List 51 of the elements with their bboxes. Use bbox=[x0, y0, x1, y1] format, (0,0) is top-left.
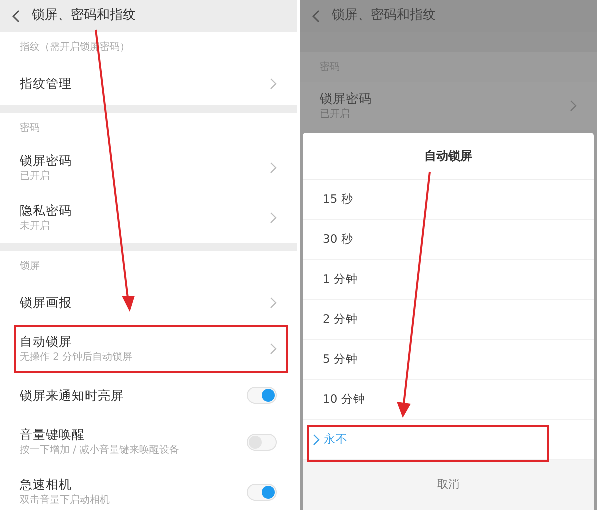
dialog-title: 自动锁屏 bbox=[424, 148, 472, 165]
option-label: 5 分钟 bbox=[323, 350, 358, 368]
chevron-right-icon bbox=[270, 212, 277, 224]
row-subtitle: 按一下增加 / 减小音量键来唤醒设备 bbox=[20, 444, 180, 457]
section-label: 锁屏 bbox=[20, 260, 40, 274]
toggle-switch[interactable] bbox=[247, 484, 277, 500]
settings-row[interactable]: 锁屏画报 bbox=[0, 281, 297, 324]
row-title: 急速相机 bbox=[20, 477, 73, 493]
option-item[interactable]: 5 分钟 bbox=[303, 340, 594, 380]
screen-title: 锁屏、密码和指纹 bbox=[332, 7, 436, 26]
section-label: 密码 bbox=[20, 122, 40, 136]
row-subtitle: 无操作 2 分钟后自动锁屏 bbox=[20, 351, 133, 364]
settings-row[interactable]: 锁屏来通知时亮屏 bbox=[0, 374, 297, 417]
row-title: 指纹管理 bbox=[20, 76, 72, 92]
toggle-switch[interactable] bbox=[247, 434, 277, 450]
option-item[interactable]: 1 分钟 bbox=[303, 260, 594, 300]
back-icon[interactable] bbox=[12, 10, 20, 22]
chevron-right-icon bbox=[570, 100, 577, 112]
chevron-right-icon bbox=[313, 434, 320, 446]
settings-row[interactable]: 锁屏密码 已开启 bbox=[0, 143, 297, 193]
chevron-right-icon bbox=[270, 78, 277, 90]
row-subtitle: 双击音量下启动相机 bbox=[20, 494, 110, 507]
option-label: 2 分钟 bbox=[323, 310, 358, 328]
row-title: 锁屏密码 bbox=[320, 91, 372, 107]
option-label: 30 秒 bbox=[323, 230, 354, 248]
row-subtitle: 已开启 bbox=[20, 170, 51, 183]
option-label: 1 分钟 bbox=[323, 270, 358, 288]
row-title: 隐私密码 bbox=[20, 203, 72, 219]
chevron-right-icon bbox=[270, 162, 277, 174]
row-title: 锁屏密码 bbox=[20, 153, 72, 169]
row-title: 自动锁屏 bbox=[20, 334, 73, 350]
option-label: 15 秒 bbox=[323, 190, 354, 208]
settings-row[interactable]: 自动锁屏 无操作 2 分钟后自动锁屏 bbox=[0, 324, 297, 374]
settings-row[interactable]: 指纹管理 bbox=[0, 62, 297, 105]
row-title: 锁屏画报 bbox=[20, 294, 72, 310]
settings-row[interactable]: 隐私密码 未开启 bbox=[0, 193, 297, 243]
option-label: 10 分钟 bbox=[323, 390, 366, 408]
toggle-switch[interactable] bbox=[247, 387, 277, 404]
option-item[interactable]: 2 分钟 bbox=[303, 300, 594, 340]
chevron-right-icon bbox=[270, 343, 277, 355]
row-subtitle: 未开启 bbox=[20, 220, 51, 233]
cancel-button[interactable]: 取消 bbox=[418, 472, 480, 498]
settings-row[interactable]: 急速相机 双击音量下启动相机 bbox=[0, 467, 297, 510]
settings-row[interactable]: 音量键唤醒 按一下增加 / 减小音量键来唤醒设备 bbox=[0, 417, 297, 467]
option-item[interactable]: 15 秒 bbox=[303, 180, 594, 220]
row-title: 音量键唤醒 bbox=[20, 427, 86, 443]
option-label: 永不 bbox=[324, 430, 348, 448]
screen-title: 锁屏、密码和指纹 bbox=[32, 7, 136, 26]
row-title: 锁屏来通知时亮屏 bbox=[20, 388, 124, 404]
chevron-right-icon bbox=[270, 296, 277, 308]
option-item[interactable]: 30 秒 bbox=[303, 220, 594, 260]
